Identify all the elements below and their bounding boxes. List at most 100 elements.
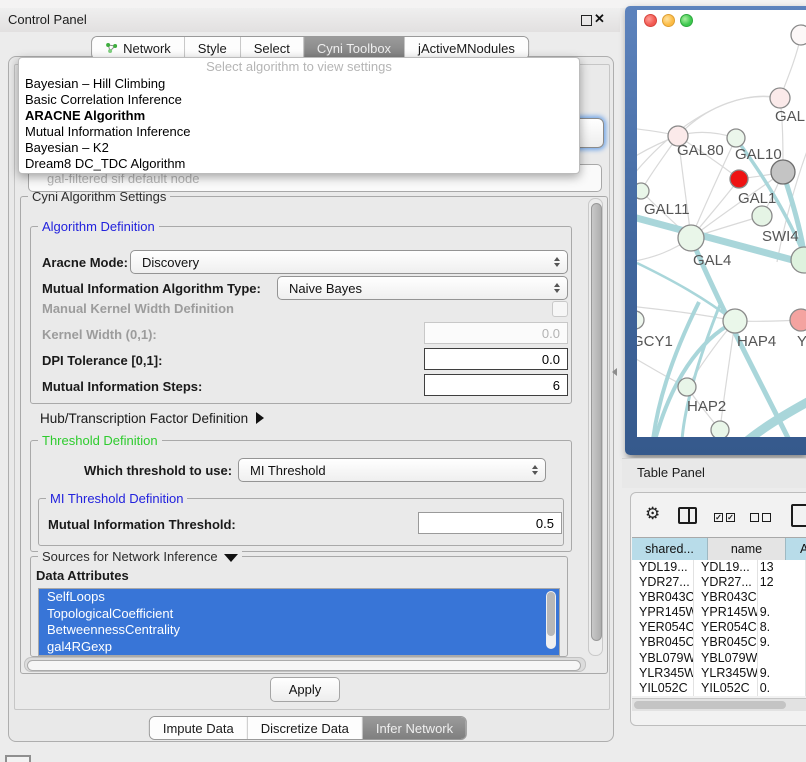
table-row[interactable]: YPR145WYPR145W9. — [632, 605, 806, 620]
mi-algorithm-type-label: Mutual Information Algorithm Type: — [42, 281, 261, 296]
table-row[interactable]: YER054CYER054C8. — [632, 620, 806, 635]
algorithm-option[interactable]: Bayesian – K2 — [19, 140, 579, 156]
float-window-icon[interactable] — [581, 15, 592, 26]
table-icon[interactable] — [791, 504, 806, 527]
network-node-gal4[interactable] — [678, 225, 704, 251]
network-node-gal1[interactable] — [752, 206, 772, 226]
data-attributes-list[interactable]: SelfLoopsTopologicalCoefficientBetweenne… — [38, 588, 560, 656]
splitter-arrow-icon[interactable] — [612, 368, 617, 376]
table-row[interactable]: YIL052CYIL052C0. — [632, 681, 806, 696]
aracne-mode-select[interactable]: Discovery — [130, 250, 568, 274]
mi-steps-input[interactable]: 6 — [424, 374, 568, 396]
algorithm-definition-title: Algorithm Definition — [38, 219, 159, 234]
table-cell: 12 — [758, 575, 806, 590]
network-graph[interactable]: GALGAL80GAL10GAL1GAL11SWI4GAL4GCY1HAP4YH… — [637, 10, 806, 437]
attributes-list-scrollbar-thumb[interactable] — [547, 592, 555, 636]
stepper-icon — [532, 465, 538, 475]
column-header-name[interactable]: name — [708, 538, 786, 561]
attributes-list-scrollbar[interactable] — [546, 591, 556, 649]
network-edge[interactable] — [678, 97, 780, 136]
network-node-y[interactable] — [790, 309, 806, 331]
network-node-gal[interactable] — [770, 88, 790, 108]
network-edge[interactable] — [653, 302, 699, 437]
table-row[interactable]: YBR043CYBR043C — [632, 590, 806, 605]
columns-icon[interactable] — [678, 507, 697, 524]
settings-vertical-scrollbar-thumb[interactable] — [591, 203, 602, 641]
column-header-shared[interactable]: shared... — [632, 538, 708, 561]
attribute-item[interactable]: SelfLoops — [39, 589, 559, 606]
algorithm-option[interactable]: Mutual Information Inference — [19, 124, 579, 140]
network-canvas[interactable]: GALGAL80GAL10GAL1GAL11SWI4GAL4GCY1HAP4YH… — [637, 10, 806, 437]
table-row[interactable]: YLR345WYLR345W9. — [632, 666, 806, 681]
corner-handle[interactable] — [5, 755, 31, 762]
checked-checkbox-icon[interactable]: ✓ — [726, 513, 735, 522]
tab-select[interactable]: Select — [241, 37, 304, 59]
mi-threshold-input[interactable]: 0.5 — [418, 512, 562, 534]
network-node[interactable] — [711, 421, 729, 437]
apply-button[interactable]: Apply — [270, 677, 340, 702]
network-edge[interactable] — [747, 398, 806, 437]
network-edge[interactable] — [637, 263, 734, 321]
unchecked-checkbox-icon[interactable] — [762, 513, 771, 522]
table-horizontal-scrollbar[interactable] — [632, 698, 806, 711]
sources-title[interactable]: Sources for Network Inference — [38, 549, 242, 564]
algorithm-option[interactable]: Basic Correlation Inference — [19, 92, 579, 108]
which-threshold-value: MI Threshold — [250, 463, 326, 478]
network-node[interactable] — [791, 25, 806, 45]
attribute-item[interactable]: TopologicalCoefficient — [39, 606, 559, 623]
settings-horizontal-scrollbar[interactable] — [24, 657, 586, 672]
table-row[interactable]: YDR27...YDR27...12 — [632, 575, 806, 590]
expand-arrow-icon[interactable] — [256, 412, 264, 424]
manual-kernel-width-label: Manual Kernel Width Definition — [42, 301, 234, 316]
table-cell: YDL19... — [694, 560, 758, 575]
tab-jactivemnodules[interactable]: jActiveMNodules — [405, 37, 528, 59]
table-horizontal-scrollbar-thumb[interactable] — [634, 701, 786, 709]
gear-icon[interactable]: ⚙ — [645, 505, 660, 522]
close-icon[interactable]: ✕ — [594, 11, 605, 27]
table-cell: YBR045C — [694, 635, 758, 650]
table-cell: YBR043C — [632, 590, 694, 605]
network-edge[interactable] — [637, 96, 780, 180]
tab-network[interactable]: Network — [92, 37, 185, 59]
settings-vertical-scrollbar[interactable] — [588, 198, 603, 656]
tab-discretize-data[interactable]: Discretize Data — [248, 717, 363, 739]
manual-kernel-width-checkbox[interactable] — [552, 301, 568, 317]
network-node-gcy1[interactable] — [637, 311, 644, 329]
algorithm-option[interactable]: Dream8 DC_TDC Algorithm — [19, 156, 579, 172]
network-node[interactable] — [771, 160, 795, 184]
checked-checkbox-icon[interactable]: ✓ — [714, 513, 723, 522]
network-edge[interactable] — [637, 306, 735, 321]
which-threshold-select[interactable]: MI Threshold — [238, 458, 546, 482]
kernel-width-input[interactable]: 0.0 — [424, 322, 568, 344]
attribute-item[interactable]: gal4RGexp — [39, 639, 559, 656]
algorithm-option[interactable]: Bayesian – Hill Climbing — [19, 76, 579, 92]
network-node-hap2[interactable] — [678, 378, 696, 396]
unchecked-checkbox-icon[interactable] — [750, 513, 759, 522]
network-node-swi4[interactable] — [791, 247, 806, 273]
table-row[interactable]: YDL19...YDL19...13 — [632, 560, 806, 575]
algorithm-option[interactable]: ARACNE Algorithm — [19, 108, 579, 124]
settings-horizontal-scrollbar-thumb[interactable] — [27, 660, 581, 671]
mi-algorithm-type-select[interactable]: Naive Bayes — [277, 276, 568, 300]
tab-cyni-toolbox[interactable]: Cyni Toolbox — [304, 37, 405, 59]
dpi-tolerance-input[interactable]: 0.0 — [424, 348, 568, 370]
which-threshold-label: Which threshold to use: — [84, 463, 232, 478]
hub-definition-toggle[interactable]: Hub/Transcription Factor Definition — [40, 411, 264, 426]
tab-infer-network[interactable]: Infer Network — [363, 717, 466, 739]
column-header-a[interactable]: A — [786, 538, 806, 561]
network-node-gal11[interactable] — [637, 183, 649, 199]
minimize-traffic-light-icon[interactable] — [662, 14, 675, 27]
network-node-gal10[interactable] — [727, 129, 745, 147]
tab-impute-data[interactable]: Impute Data — [150, 717, 248, 739]
table-row[interactable]: YBL079WYBL079W — [632, 651, 806, 666]
attribute-item[interactable]: BetweennessCentrality — [39, 622, 559, 639]
network-node-hap4[interactable] — [723, 309, 747, 333]
kernel-width-label: Kernel Width (0,1): — [42, 327, 157, 342]
table-row[interactable]: YBR045CYBR045C9. — [632, 635, 806, 650]
table-body: YDL19...YDL19...13YDR27...YDR27...12YBR0… — [632, 560, 806, 696]
zoom-traffic-light-icon[interactable] — [680, 14, 693, 27]
collapse-arrow-icon[interactable] — [224, 554, 238, 562]
network-node[interactable] — [730, 170, 748, 188]
close-traffic-light-icon[interactable] — [644, 14, 657, 27]
tab-style[interactable]: Style — [185, 37, 241, 59]
